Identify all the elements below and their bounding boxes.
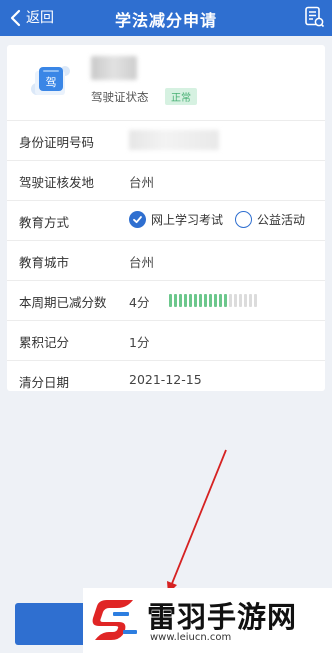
radio-online-study-label: 网上学习考试 — [151, 213, 224, 227]
driver-name-redacted — [91, 56, 137, 80]
driver-license-icon: 驾 — [31, 66, 70, 95]
progress-segment-empty — [254, 294, 257, 307]
clear-date-label: 清分日期 — [19, 375, 70, 390]
education-city-label: 教育城市 — [19, 255, 70, 270]
row-clear-date: 清分日期 2021-12-15 — [7, 360, 325, 400]
watermark-logo-icon — [92, 600, 137, 640]
radio-empty-icon — [235, 211, 252, 228]
radio-online-study[interactable]: 网上学习考试 — [129, 211, 223, 228]
cumulative-points-value: 1分 — [129, 335, 150, 350]
progress-segment-filled — [169, 294, 172, 307]
period-reduced-value: 4分 — [129, 295, 150, 310]
license-icon-char: 驾 — [46, 76, 57, 89]
watermark-url: www.leiucn.com — [150, 632, 232, 643]
license-card: 驾 驾驶证状态 正常 身份证明号码 驾驶证核发地 台州 教育方式 网上学习考试 … — [7, 45, 325, 391]
app-header: 返回 学法减分申请 — [0, 0, 332, 36]
issue-place-value: 台州 — [129, 175, 155, 190]
row-education-method: 教育方式 网上学习考试 公益活动 — [7, 200, 325, 240]
progress-segment-empty — [249, 294, 252, 307]
progress-segment-filled — [224, 294, 227, 307]
education-method-label: 教育方式 — [19, 215, 70, 230]
education-city-value: 台州 — [129, 255, 155, 270]
page-title: 学法减分申请 — [114, 11, 217, 30]
progress-segment-filled — [179, 294, 182, 307]
clear-date-value: 2021-12-15 — [129, 372, 202, 387]
progress-segment-filled — [194, 294, 197, 307]
cumulative-points-label: 累积记分 — [19, 335, 70, 350]
row-period-reduced: 本周期已减分数 4分 — [7, 280, 325, 320]
progress-segment-filled — [174, 294, 177, 307]
progress-segment-filled — [199, 294, 202, 307]
info-rows: 身份证明号码 驾驶证核发地 台州 教育方式 网上学习考试 公益活动 教育城市 台… — [7, 120, 325, 400]
reduction-progress-bar — [169, 294, 257, 307]
progress-segment-empty — [239, 294, 242, 307]
progress-segment-filled — [219, 294, 222, 307]
id-number-redacted — [129, 130, 219, 150]
progress-segment-filled — [209, 294, 212, 307]
progress-segment-filled — [214, 294, 217, 307]
row-id-number: 身份证明号码 — [7, 120, 325, 160]
issue-place-label: 驾驶证核发地 — [19, 175, 95, 190]
row-cumulative-points: 累积记分 1分 — [7, 320, 325, 360]
progress-segment-filled — [189, 294, 192, 307]
watermark-name: 雷羽手游网 — [147, 600, 298, 634]
row-education-city: 教育城市 台州 — [7, 240, 325, 280]
radio-public-welfare[interactable]: 公益活动 — [235, 211, 305, 228]
checkmark-icon — [129, 211, 146, 228]
progress-segment-empty — [234, 294, 237, 307]
license-status-label: 驾驶证状态 — [91, 90, 149, 104]
progress-segment-empty — [244, 294, 247, 307]
progress-segment-filled — [204, 294, 207, 307]
id-number-label: 身份证明号码 — [19, 135, 95, 150]
period-reduced-label: 本周期已减分数 — [19, 295, 107, 310]
row-issue-place: 驾驶证核发地 台州 — [7, 160, 325, 200]
document-list-icon[interactable] — [304, 6, 324, 28]
site-watermark: 雷羽手游网 www.leiucn.com — [83, 588, 332, 653]
progress-segment-empty — [229, 294, 232, 307]
radio-public-welfare-label: 公益活动 — [257, 213, 306, 227]
progress-segment-filled — [184, 294, 187, 307]
status-badge: 正常 — [165, 88, 197, 105]
